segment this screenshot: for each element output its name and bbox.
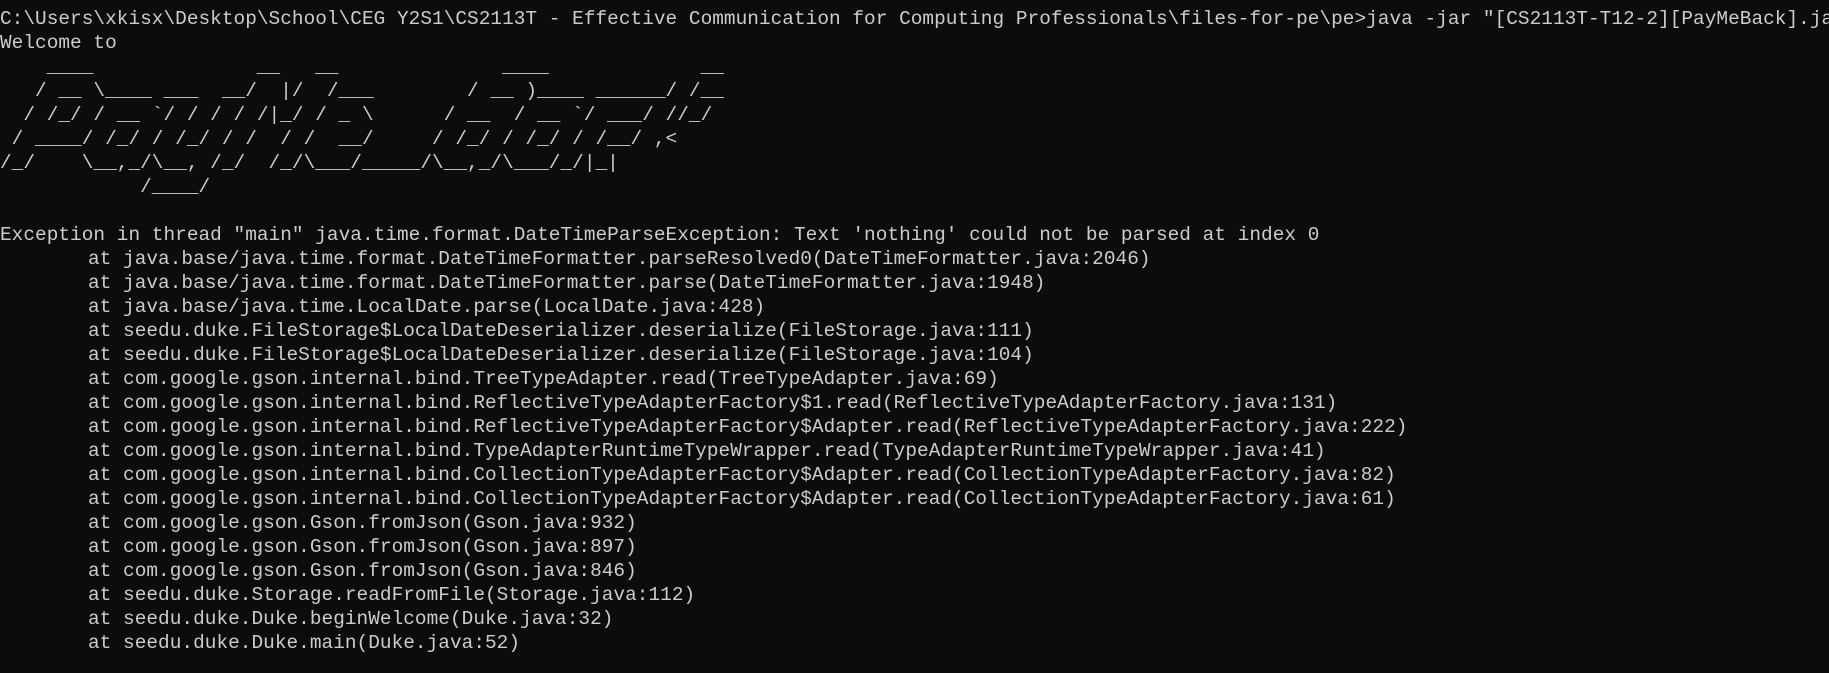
command-line: C:\Users\xkisx\Desktop\School\CEG Y2S1\C… bbox=[0, 8, 1829, 30]
stack-frame: at java.base/java.time.format.DateTimeFo… bbox=[88, 272, 1046, 294]
stack-frame: at java.base/java.time.LocalDate.parse(L… bbox=[88, 296, 766, 318]
stack-frame: at com.google.gson.Gson.fromJson(Gson.ja… bbox=[88, 512, 637, 534]
ascii-art-line: / ____/ /_/ / /_/ / / / / __/ / /_/ / /_… bbox=[0, 128, 678, 150]
stack-frame: at com.google.gson.Gson.fromJson(Gson.ja… bbox=[88, 560, 637, 582]
ascii-art-line: / __ \____ ___ __/ |/ /___ / __ )____ __… bbox=[0, 80, 724, 102]
stack-frame: at java.base/java.time.format.DateTimeFo… bbox=[88, 248, 1151, 270]
stack-frame: at com.google.gson.Gson.fromJson(Gson.ja… bbox=[88, 536, 637, 558]
ascii-art-banner: ____ __ __ ____ __ / __ \____ ___ __/ |/… bbox=[0, 55, 1829, 199]
ascii-art-line: /____/ bbox=[0, 176, 211, 198]
stack-frame: at com.google.gson.internal.bind.TypeAda… bbox=[88, 440, 1326, 462]
stack-frame: at seedu.duke.Duke.beginWelcome(Duke.jav… bbox=[88, 608, 614, 630]
stack-frame: at seedu.duke.FileStorage$LocalDateDeser… bbox=[88, 344, 1034, 366]
stack-frame: at com.google.gson.internal.bind.Collect… bbox=[88, 464, 1396, 486]
terminal-window[interactable]: C:\Users\xkisx\Desktop\School\CEG Y2S1\C… bbox=[0, 0, 1829, 673]
ascii-art-line: ____ __ __ ____ __ bbox=[0, 56, 724, 78]
stack-trace: at java.base/java.time.format.DateTimeFo… bbox=[0, 247, 1829, 655]
stack-frame: at com.google.gson.internal.bind.TreeTyp… bbox=[88, 368, 999, 390]
exception-message: Exception in thread "main" java.time.for… bbox=[0, 224, 1320, 246]
stack-frame: at seedu.duke.FileStorage$LocalDateDeser… bbox=[88, 320, 1034, 342]
ascii-art-line: /_/ \__,_/\__, /_/ /_/\___/_____/\__,_/\… bbox=[0, 152, 619, 174]
stack-frame: at seedu.duke.Duke.main(Duke.java:52) bbox=[88, 632, 521, 654]
stack-frame: at com.google.gson.internal.bind.Collect… bbox=[88, 488, 1396, 510]
stack-frame: at com.google.gson.internal.bind.Reflect… bbox=[88, 392, 1338, 414]
welcome-text: Welcome to bbox=[0, 32, 117, 54]
stack-frame: at com.google.gson.internal.bind.Reflect… bbox=[88, 416, 1408, 438]
ascii-art-line: / /_/ / __ `/ / / / /|_/ / _ \ / __ / __… bbox=[0, 104, 713, 126]
stack-frame: at seedu.duke.Storage.readFromFile(Stora… bbox=[88, 584, 696, 606]
